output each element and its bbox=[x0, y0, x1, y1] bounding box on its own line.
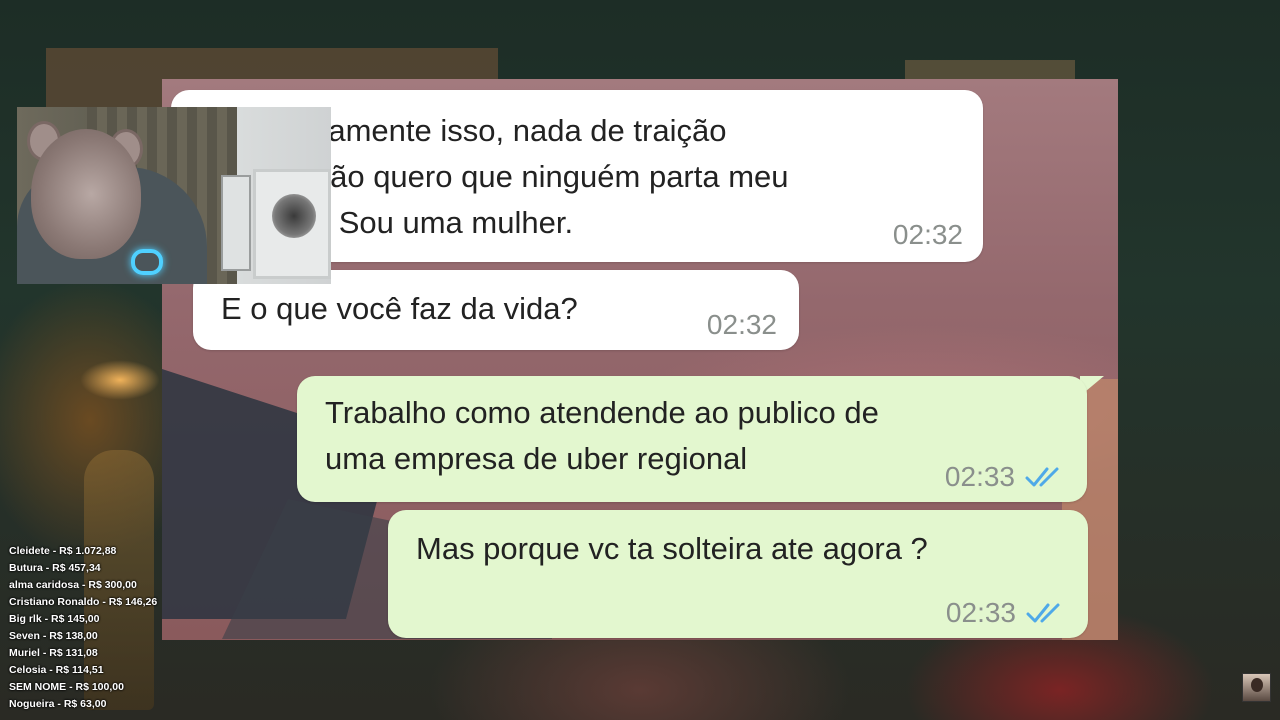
message-meta: 02:33 bbox=[946, 596, 1066, 630]
webcam-pc-case bbox=[253, 169, 331, 279]
donation-entry: Butura - R$ 457,34 bbox=[9, 562, 101, 574]
background-picture-frame-right bbox=[905, 60, 1075, 80]
message-meta: 02:32 bbox=[893, 218, 963, 252]
donation-entry: Muriel - R$ 131,08 bbox=[9, 647, 98, 659]
donation-list: Cleidete - R$ 1.072,88 Butura - R$ 457,3… bbox=[9, 543, 169, 713]
message-text-line: E o que você faz da vida? bbox=[221, 291, 578, 326]
avatar bbox=[1242, 673, 1271, 702]
donation-entry: Big rlk - R$ 145,00 bbox=[9, 613, 100, 625]
message-meta: 02:32 bbox=[707, 308, 777, 342]
donation-entry: Celosia - R$ 114,51 bbox=[9, 664, 104, 676]
message-text-line: e não quero que ninguém parta meu bbox=[287, 159, 789, 194]
rat-mask bbox=[31, 129, 141, 259]
message-time: 02:33 bbox=[945, 597, 1016, 628]
fan-icon bbox=[272, 194, 316, 238]
message-meta: 02:33 bbox=[945, 460, 1065, 494]
message-bubble-outgoing: Mas porque vc ta solteira ate agora ? 02… bbox=[388, 510, 1088, 638]
message-bubble-outgoing: Trabalho como atendende ao publico de um… bbox=[297, 376, 1087, 502]
double-check-icon bbox=[1025, 467, 1059, 487]
double-check-icon bbox=[1026, 603, 1060, 623]
background-lamp bbox=[80, 360, 160, 400]
donation-entry: Seven - R$ 138,00 bbox=[9, 630, 98, 642]
donation-entry: SEM NOME - R$ 100,00 bbox=[9, 681, 124, 693]
webcam-overlay bbox=[17, 107, 331, 284]
message-time: 02:33 bbox=[944, 461, 1015, 492]
microphone-light bbox=[131, 249, 163, 275]
donation-entry: Cristiano Ronaldo - R$ 146,26 bbox=[9, 596, 158, 608]
donation-entry: alma caridosa - R$ 300,00 bbox=[9, 579, 137, 591]
message-text-line: ão. Sou uma mulher. bbox=[287, 205, 574, 240]
donation-entry: Cleidete - R$ 1.072,88 bbox=[9, 545, 117, 557]
message-text-line: Trabalho como atendende ao publico de bbox=[325, 395, 879, 430]
message-text-line: xatamente isso, nada de traição bbox=[287, 113, 727, 148]
message-time: 02:32 bbox=[706, 309, 777, 340]
message-text-line: Mas porque vc ta solteira ate agora ? bbox=[416, 531, 928, 566]
message-time: 02:32 bbox=[892, 219, 963, 250]
webcam-monitor bbox=[221, 175, 251, 271]
donation-entry: Nogueira - R$ 63,00 bbox=[9, 698, 107, 710]
